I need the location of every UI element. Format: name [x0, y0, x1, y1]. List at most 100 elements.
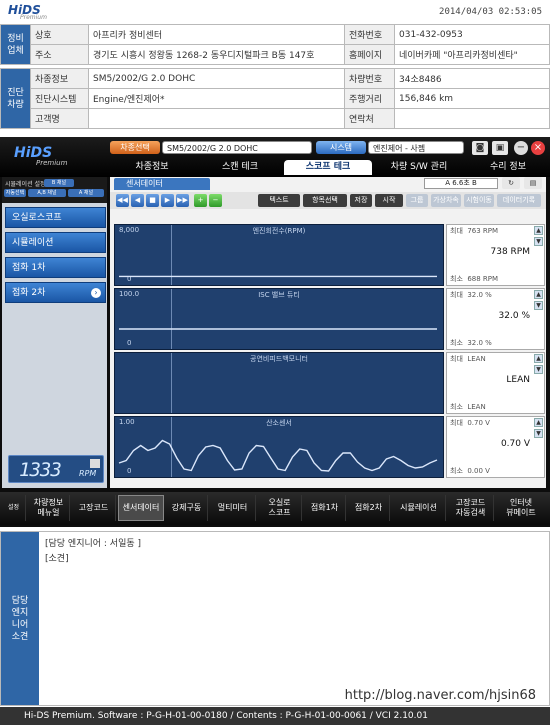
refresh-icon[interactable]: ↻: [502, 177, 520, 189]
group-button[interactable]: 그룹: [406, 194, 428, 207]
vehicle-info-value: SM5/2002/G 2.0 DOHC: [88, 68, 345, 89]
auto-fault-search-button[interactable]: 고장코드 자동검색: [448, 495, 494, 521]
channel-b-chip[interactable]: B 채널: [44, 179, 74, 187]
cursor-line[interactable]: [171, 353, 172, 413]
logo-subtext: Premium: [20, 14, 47, 21]
rpm-display: 1333 RPM: [8, 455, 104, 483]
main-tabs: 차종정보 스캔 테크 스코프 테크 차량 S/W 관리 수리 정보: [108, 160, 550, 175]
step-back-icon[interactable]: ◀: [131, 194, 144, 207]
menu-ignition-primary-label: 점화 1차: [12, 263, 46, 273]
close-icon[interactable]: ×: [531, 141, 545, 155]
hids-logo: HiDS Premium: [8, 3, 70, 21]
menu-ignition-secondary[interactable]: 점화 2차 ›: [5, 282, 106, 303]
spin-down-icon[interactable]: ▼: [534, 365, 543, 374]
forced-drive-button[interactable]: 강제구동: [166, 495, 208, 521]
menu-oscilloscope-label: 오실로스코프: [12, 213, 62, 223]
simulation-button[interactable]: 시뮬레이션: [392, 495, 446, 521]
current-value: 738 RPM: [490, 247, 531, 257]
shop-homepage-label: 홈페이지: [344, 44, 395, 65]
channel-ab-chip[interactable]: A,B 채널: [28, 189, 66, 197]
min-label: 최소: [450, 275, 463, 283]
zoom-range[interactable]: A 6.6초 B: [424, 178, 498, 189]
item-select-button[interactable]: 항목선택: [303, 194, 347, 207]
vehicle-plate-value: 34소8486: [394, 68, 550, 89]
add-icon[interactable]: +: [194, 194, 207, 207]
remove-icon[interactable]: −: [209, 194, 222, 207]
min-readout: 최소 0.00 V: [450, 466, 490, 476]
menu-simulation[interactable]: 시뮬레이션: [5, 232, 106, 253]
memo-section-label: 담당 엔지 니어 소견: [1, 532, 39, 705]
af-feedback-plot: 공연비피드백모니터: [114, 352, 444, 414]
spin-up-icon[interactable]: ▲: [534, 418, 543, 427]
min-value: 0.00 V: [467, 467, 490, 475]
sensor-toolbar: ◀◀ ◀ ■ ▶ ▶▶ + − 텍스트 항목선택 저장 시작 그룹 가상차속 시…: [110, 192, 546, 209]
system-value-field: 엔진제어 - 사젬: [368, 141, 464, 154]
auto-select-chip[interactable]: 자동선택: [4, 189, 26, 197]
vehicle-mileage-value: 156,846 km: [394, 88, 550, 109]
max-value: 0.70 V: [467, 419, 490, 427]
tab-vehicle-info[interactable]: 차종정보: [108, 160, 196, 175]
memo-engineer-line: [담당 엔지니어 : 서일동 ]: [45, 539, 142, 549]
camera-icon[interactable]: ◙: [472, 141, 488, 155]
spin-up-icon[interactable]: ▲: [534, 290, 543, 299]
menu-ignition-primary[interactable]: 점화 1차: [5, 257, 106, 278]
current-value: LEAN: [506, 375, 530, 385]
simulation-settings: 시뮬레이션 설정 B 채널 자동선택 A,B 채널 A 채널: [2, 177, 107, 203]
test-move-button[interactable]: 시험이동: [464, 194, 494, 207]
text-mode-button[interactable]: 텍스트: [258, 194, 300, 207]
tab-vehicle-sw[interactable]: 차량 S/W 관리: [372, 160, 466, 175]
channel-a-chip[interactable]: A 채널: [68, 189, 104, 197]
model-select-button[interactable]: 차종선택: [110, 141, 160, 154]
settings-button[interactable]: 설정: [2, 495, 26, 521]
sensor-data-tab[interactable]: 센서데이터: [114, 178, 210, 190]
sensor-data-button[interactable]: 센서데이터: [118, 495, 164, 521]
spin-down-icon[interactable]: ▼: [534, 301, 543, 310]
data-record-button[interactable]: 데이터기록: [497, 194, 541, 207]
vehicle-info-label: 차종정보: [30, 68, 89, 89]
oscilloscope-button[interactable]: 오실로 스코프: [258, 495, 302, 521]
max-value: LEAN: [467, 355, 486, 363]
start-button[interactable]: 시작: [375, 194, 403, 207]
expand-icon[interactable]: [90, 459, 100, 468]
fast-forward-icon[interactable]: ▶▶: [176, 194, 189, 207]
save-button[interactable]: 저장: [350, 194, 372, 207]
internet-viewmate-button[interactable]: 인터넷 뷰메이트: [496, 495, 546, 521]
minimize-icon[interactable]: −: [514, 141, 528, 155]
max-value: 763 RPM: [467, 227, 499, 235]
vehicle-info-table: 진단 차량 차종정보 SM5/2002/G 2.0 DOHC 차량번호 34소8…: [0, 68, 550, 129]
shop-name-label: 상호: [30, 24, 89, 45]
rewind-icon[interactable]: ◀◀: [116, 194, 129, 207]
print-icon[interactable]: ▤: [524, 177, 542, 189]
fault-code-button[interactable]: 고장코드: [72, 495, 116, 521]
play-icon[interactable]: ▶: [161, 194, 174, 207]
multimeter-button[interactable]: 멀티미터: [210, 495, 256, 521]
max-readout: 최대 763 RPM: [450, 226, 498, 236]
system-select-button[interactable]: 시스템: [316, 141, 366, 154]
spin-up-icon[interactable]: ▲: [534, 354, 543, 363]
tab-scope-tech[interactable]: 스코프 테크: [284, 160, 372, 175]
min-value: 32.0 %: [467, 339, 492, 347]
tab-scan-tech[interactable]: 스캔 테크: [196, 160, 284, 175]
spin-down-icon[interactable]: ▼: [534, 237, 543, 246]
series-svg: [119, 328, 437, 330]
vehicle-manual-button[interactable]: 차량정보 메뉴얼: [28, 495, 70, 521]
shop-phone-label: 전화번호: [344, 24, 395, 45]
tab-repair-info[interactable]: 수리 정보: [466, 160, 550, 175]
min-readout: 최소 688 RPM: [450, 274, 498, 284]
current-value: 0.70 V: [500, 439, 530, 449]
spin-up-icon[interactable]: ▲: [534, 226, 543, 235]
contact-value: [394, 108, 550, 129]
ignition-primary-button[interactable]: 점화1차: [304, 495, 346, 521]
stop-icon[interactable]: ■: [146, 194, 159, 207]
spin-down-icon[interactable]: ▼: [534, 429, 543, 438]
vehicle-mileage-label: 주행거리: [344, 88, 395, 109]
shop-info-table: 정비 업체 상호 아프리카 정비센터 전화번호 031-432-0953 주소 …: [0, 24, 550, 65]
save-icon[interactable]: ▣: [492, 141, 508, 155]
virtual-speed-button[interactable]: 가상차속: [431, 194, 461, 207]
min-label: 최소: [450, 339, 463, 347]
menu-oscilloscope[interactable]: 오실로스코프: [5, 207, 106, 228]
left-panel: 시뮬레이션 설정 B 채널 자동선택 A,B 채널 A 채널 오실로스코프 시뮬…: [2, 177, 107, 488]
ignition-secondary-button[interactable]: 점화2차: [348, 495, 390, 521]
series-svg: [119, 275, 437, 278]
footer-bar: Hi-DS Premium. Software : P-G-H-01-00-01…: [0, 707, 550, 725]
